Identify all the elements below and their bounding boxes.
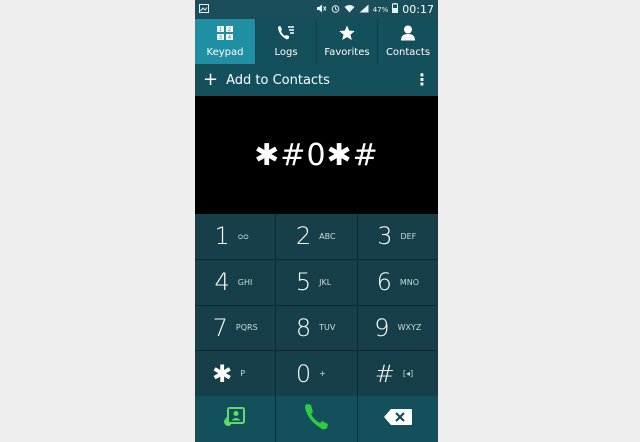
- tab-favorites[interactable]: Favorites: [317, 19, 378, 64]
- call-log-icon: [277, 25, 295, 45]
- tab-contacts-label: Contacts: [385, 47, 431, 58]
- key-9[interactable]: 9 WXYZ: [357, 305, 438, 351]
- key-letters: MNO: [399, 277, 420, 287]
- key-digit: 3: [377, 222, 393, 251]
- key-letters: ABC: [319, 231, 336, 241]
- dialer-action-bar: [195, 396, 438, 442]
- tab-bar: 1234 Keypad Logs Favorites Contacts: [195, 19, 438, 64]
- add-to-contacts-button[interactable]: Add to Contacts: [226, 73, 330, 88]
- backspace-button[interactable]: [357, 396, 438, 442]
- tab-favorites-label: Favorites: [324, 47, 370, 58]
- key-digit: ✱: [212, 359, 233, 388]
- key-digit: 6: [376, 268, 392, 297]
- svg-text:3: 3: [219, 35, 222, 41]
- battery-icon: [392, 3, 399, 16]
- key-letters: P: [240, 369, 246, 379]
- key-letters: DEF: [400, 231, 417, 241]
- key-digit: 2: [295, 222, 312, 251]
- dial-keypad: 1 ᴑᴑ 2 ABC 3 DEF 4 GHI 5 JKL 6 MNO 7 PQRS 8 TUV …: [195, 214, 438, 396]
- key-star[interactable]: ✱ P: [195, 351, 276, 396]
- key-3[interactable]: 3 DEF: [357, 214, 438, 259]
- key-digit: 4: [214, 268, 230, 297]
- key-0[interactable]: 0 +: [276, 351, 357, 396]
- key-7[interactable]: 7 PQRS: [195, 305, 276, 351]
- svg-text:4: 4: [228, 35, 231, 41]
- tab-keypad-label: Keypad: [206, 47, 244, 58]
- add-to-contacts-bar: + Add to Contacts ⋮: [195, 64, 438, 96]
- key-digit: 0: [295, 359, 312, 388]
- tab-logs-label: Logs: [274, 47, 298, 58]
- star-icon: [338, 25, 356, 45]
- key-letters: JKL: [319, 277, 332, 287]
- svg-text:2: 2: [228, 27, 231, 33]
- phone-screen: 47% 00:17 1234 Keypad Logs Favorites Con…: [195, 0, 438, 442]
- key-digit: 5: [295, 268, 312, 297]
- key-digit: #: [374, 359, 395, 388]
- key-digit: 7: [212, 313, 228, 342]
- gallery-icon: [199, 3, 209, 16]
- key-letters: TUV: [319, 323, 336, 333]
- voicemail-icon: ᴑᴑ: [237, 231, 249, 241]
- key-letters: WXYZ: [397, 323, 422, 333]
- alarm-icon: [331, 4, 340, 16]
- key-6[interactable]: 6 MNO: [357, 259, 438, 305]
- person-icon: [399, 25, 417, 45]
- key-letters: PQRS: [235, 323, 258, 333]
- mute-icon: [316, 4, 327, 16]
- add-contact-button[interactable]: [195, 396, 276, 442]
- key-digit: 9: [374, 313, 390, 342]
- key-5[interactable]: 5 JKL: [276, 259, 357, 305]
- battery-percent: 47%: [372, 5, 389, 14]
- status-bar: 47% 00:17: [195, 0, 438, 19]
- key-letters: +: [319, 369, 326, 379]
- plus-icon[interactable]: +: [203, 71, 218, 89]
- status-icons: 47% 00:17: [316, 3, 434, 16]
- contact-card-icon: [222, 405, 248, 433]
- tab-keypad[interactable]: 1234 Keypad: [195, 19, 256, 64]
- dial-display: ✱#0✱#: [195, 96, 438, 214]
- status-time: 00:17: [402, 3, 434, 16]
- key-1[interactable]: 1 ᴑᴑ: [195, 214, 276, 259]
- key-letters: GHI: [237, 277, 253, 287]
- key-digit: 1: [214, 222, 230, 251]
- call-icon: [302, 402, 330, 436]
- tab-contacts[interactable]: Contacts: [378, 19, 438, 64]
- key-4[interactable]: 4 GHI: [195, 259, 276, 305]
- tab-logs[interactable]: Logs: [256, 19, 317, 64]
- keypad-icon: 1234: [216, 25, 234, 45]
- wifi-icon: [344, 4, 355, 16]
- key-hash[interactable]: # [◂]: [357, 351, 438, 396]
- key-8[interactable]: 8 TUV: [276, 305, 357, 351]
- backspace-icon: [383, 408, 413, 430]
- key-2[interactable]: 2 ABC: [276, 214, 357, 259]
- overflow-menu-icon[interactable]: ⋮: [414, 72, 430, 88]
- svg-text:1: 1: [219, 27, 222, 33]
- key-digit: 8: [295, 313, 312, 342]
- call-button[interactable]: [276, 396, 357, 442]
- signal-icon: [359, 4, 369, 16]
- pause-icon: [◂]: [402, 369, 414, 379]
